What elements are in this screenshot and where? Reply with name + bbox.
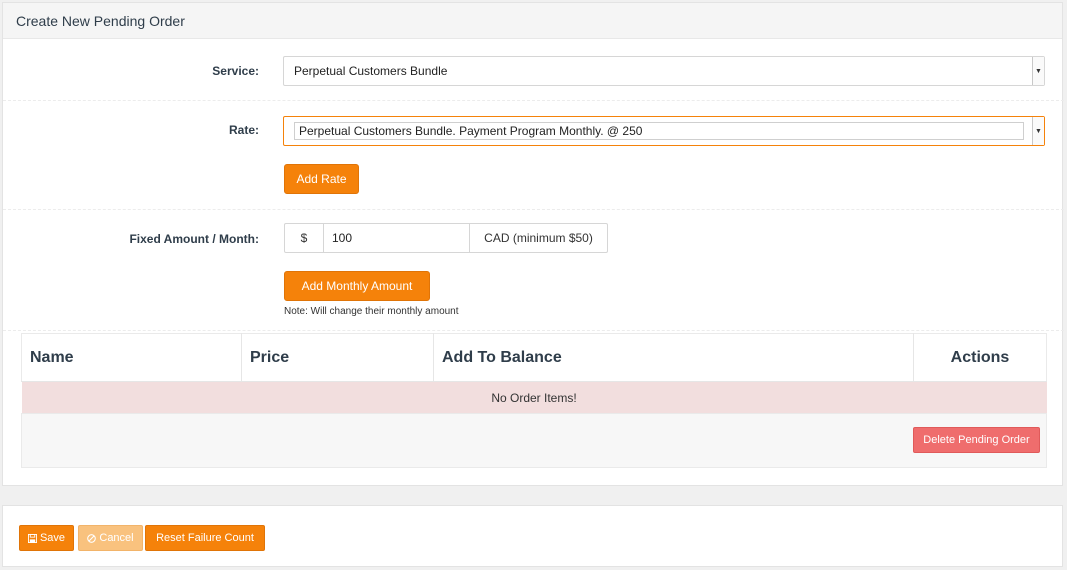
column-header-add-to-balance: Add To Balance — [433, 333, 914, 382]
cancel-button[interactable]: Cancel — [78, 525, 143, 551]
caret-down-icon: ▼ — [1032, 57, 1044, 85]
currency-suffix: CAD (minimum $50) — [484, 231, 593, 245]
add-rate-button[interactable]: Add Rate — [284, 164, 359, 194]
cancel-button-label: Cancel — [99, 532, 134, 544]
rate-label: Rate: — [228, 123, 259, 137]
save-button[interactable]: Save — [19, 525, 74, 551]
order-items-table: Name Price Add To Balance Actions No Ord… — [21, 333, 1047, 468]
service-label: Service: — [212, 64, 259, 78]
monthly-amount-note: Note: Will change their monthly amount — [284, 306, 459, 317]
service-select-value: Perpetual Customers Bundle — [294, 64, 448, 78]
fixed-amount-label: Fixed Amount / Month: — [129, 232, 259, 246]
empty-message: No Order Items! — [21, 381, 1047, 414]
floppy-disk-icon — [27, 533, 37, 543]
save-button-label: Save — [39, 532, 66, 544]
column-header-price: Price — [241, 333, 434, 382]
rate-select[interactable]: Perpetual Customers Bundle. Payment Prog… — [283, 116, 1045, 146]
empty-row: No Order Items! — [21, 381, 1047, 414]
table-footer-row: Delete Pending Order — [21, 413, 1047, 468]
rate-select-value: Perpetual Customers Bundle. Payment Prog… — [294, 122, 1024, 140]
delete-pending-order-button[interactable]: Delete Pending Order — [913, 427, 1040, 453]
divider — [3, 209, 1064, 210]
ban-icon — [87, 533, 97, 543]
currency-symbol: $ — [300, 231, 308, 245]
panel-title: Create New Pending Order — [3, 3, 1062, 39]
column-header-actions: Actions — [913, 333, 1047, 382]
caret-down-icon: ▼ — [1032, 117, 1044, 145]
reset-failure-count-button[interactable]: Reset Failure Count — [145, 525, 265, 551]
service-select[interactable]: Perpetual Customers Bundle ▼ — [283, 56, 1045, 86]
divider — [3, 100, 1064, 101]
fixed-amount-input[interactable]: 100 — [323, 224, 470, 252]
add-monthly-amount-button[interactable]: Add Monthly Amount — [284, 271, 430, 301]
create-order-panel: Create New Pending Order Service: Perpet… — [2, 2, 1064, 486]
fixed-amount-input-group: $ 100 CAD (minimum $50) — [284, 223, 608, 253]
column-header-name: Name — [21, 333, 242, 382]
divider — [3, 330, 1064, 331]
action-bar: Save Cancel Reset Failure Count — [2, 505, 1063, 567]
table-header-row: Name Price Add To Balance Actions — [21, 333, 1047, 382]
